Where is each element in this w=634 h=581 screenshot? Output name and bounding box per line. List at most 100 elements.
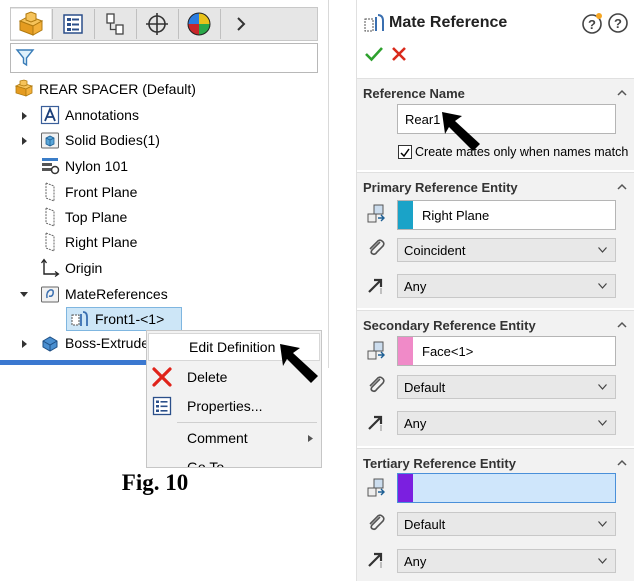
tertiary-entity-color xyxy=(398,474,413,502)
svg-text:?: ? xyxy=(614,16,622,31)
create-mates-checkbox[interactable] xyxy=(398,145,412,159)
collapse-caret-icon[interactable] xyxy=(617,182,627,192)
tab-dimxpert-manager[interactable] xyxy=(136,9,177,39)
tree-item-label: Top Plane xyxy=(65,209,128,225)
plane-icon xyxy=(40,232,60,252)
tab-configuration-manager[interactable] xyxy=(94,9,135,39)
whats-new-help-icon[interactable]: ? xyxy=(581,12,603,34)
crosshair-icon xyxy=(146,13,168,35)
annotations-icon xyxy=(40,105,60,125)
collapse-caret-icon[interactable] xyxy=(617,320,627,330)
tree-item-label: Boss-Extrude1 xyxy=(65,335,157,351)
pointer-arrow-icon xyxy=(280,344,318,383)
tree-item-front-plane[interactable]: Front Plane xyxy=(40,180,137,204)
reference-name-input[interactable]: Rear1 xyxy=(397,104,616,134)
appearance-ball-icon xyxy=(187,12,211,36)
tertiary-alignment-select[interactable]: Any xyxy=(397,549,616,573)
svg-text:?: ? xyxy=(588,17,596,32)
tree-item-annotations[interactable]: Annotations xyxy=(40,103,139,127)
alignment-arrow-icon xyxy=(363,409,389,435)
tab-feature-manager[interactable] xyxy=(11,9,51,39)
tree-item-origin[interactable]: Origin xyxy=(40,256,102,280)
tree-item-right-plane[interactable]: Right Plane xyxy=(40,230,137,254)
manager-tab-bar xyxy=(10,7,318,41)
tab-display-manager[interactable] xyxy=(178,9,219,39)
menu-item-go-to[interactable]: Go To xyxy=(147,453,321,468)
tree-item-boss-extrude[interactable]: Boss-Extrude1 xyxy=(40,331,157,355)
primary-entity-color xyxy=(398,201,413,229)
secondary-mate-type-select[interactable]: Default xyxy=(397,375,616,399)
tree-item-top-plane[interactable]: Top Plane xyxy=(40,205,127,229)
secondary-entity-box[interactable]: Face<1> xyxy=(397,336,616,366)
section-reference-name[interactable]: Reference Name xyxy=(357,78,634,107)
extrude-icon xyxy=(40,333,60,353)
plane-icon xyxy=(40,182,60,202)
cancel-x-icon[interactable] xyxy=(391,46,407,62)
menu-divider xyxy=(177,422,317,423)
tree-item-label: Front1-<1> xyxy=(95,311,165,327)
tree-item-label: Origin xyxy=(65,260,103,276)
menu-item-label: Edit Definition xyxy=(189,339,276,355)
ok-checkmark-icon[interactable] xyxy=(365,46,383,62)
tree-item-label: Front Plane xyxy=(65,184,138,200)
tree-root-part[interactable]: REAR SPACER (Default) xyxy=(14,77,196,101)
chevron-down-icon xyxy=(598,558,607,564)
tree-filter-bar[interactable] xyxy=(10,43,318,73)
mate-type-paperclip-icon xyxy=(363,510,389,536)
part-icon xyxy=(14,79,34,99)
reference-entity-icon xyxy=(363,475,389,501)
mate-references-folder-icon xyxy=(40,284,60,304)
section-secondary-reference[interactable]: Secondary Reference Entity xyxy=(357,310,634,339)
filter-icon[interactable] xyxy=(15,48,35,68)
tree-item-front1[interactable]: Front1-<1> xyxy=(70,307,164,331)
tree-item-solid-bodies[interactable]: Solid Bodies(1) xyxy=(40,128,160,152)
tab-property-manager[interactable] xyxy=(52,9,93,39)
tree-item-material[interactable]: Nylon 101 xyxy=(40,154,128,178)
alignment-arrow-icon xyxy=(363,272,389,298)
chevron-right-icon xyxy=(237,17,246,31)
primary-alignment-select[interactable]: Any xyxy=(397,274,616,298)
property-manager-title: Mate Reference xyxy=(389,14,508,31)
menu-item-comment[interactable]: Comment xyxy=(147,424,321,452)
mate-type-paperclip-icon xyxy=(363,372,389,398)
menu-item-properties[interactable]: Properties... xyxy=(147,392,321,420)
expand-arrow-icon[interactable] xyxy=(22,137,27,145)
tree-bottom-strip xyxy=(0,360,150,365)
secondary-entity-color xyxy=(398,337,413,365)
tree-item-label: MateReferences xyxy=(65,286,168,302)
configuration-manager-icon xyxy=(106,13,124,35)
primary-entity-box[interactable]: Right Plane xyxy=(397,200,616,230)
chevron-down-icon xyxy=(598,420,607,426)
collapse-caret-icon[interactable] xyxy=(617,458,627,468)
property-manager-icon xyxy=(63,14,83,34)
expand-arrow-icon[interactable] xyxy=(22,340,27,348)
expand-arrow-icon[interactable] xyxy=(22,112,27,120)
section-primary-reference[interactable]: Primary Reference Entity xyxy=(357,172,634,201)
submenu-arrow-icon xyxy=(308,435,313,442)
tertiary-mate-type-select[interactable]: Default xyxy=(397,512,616,536)
properties-icon xyxy=(151,395,173,417)
tree-item-mate-references[interactable]: MateReferences xyxy=(40,282,168,306)
delete-x-icon xyxy=(151,366,173,388)
collapse-arrow-icon[interactable] xyxy=(20,292,28,297)
mate-reference-property-manager: Mate Reference ? ? Reference Name Rear1 … xyxy=(356,0,634,581)
checkmark-icon xyxy=(400,148,410,158)
primary-mate-type-select[interactable]: Coincident xyxy=(397,238,616,262)
chevron-down-icon xyxy=(598,283,607,289)
tertiary-entity-box[interactable] xyxy=(397,473,616,503)
mate-reference-icon xyxy=(70,309,90,329)
tree-item-label: Annotations xyxy=(65,107,139,123)
origin-icon xyxy=(40,258,60,278)
plane-icon xyxy=(40,207,60,227)
tab-more[interactable] xyxy=(220,9,261,39)
help-icon[interactable]: ? xyxy=(607,12,629,34)
reference-entity-icon xyxy=(363,338,389,364)
tree-item-label: Nylon 101 xyxy=(65,158,129,174)
figure-caption: Fig. 10 xyxy=(121,470,189,495)
collapse-caret-icon[interactable] xyxy=(617,88,627,98)
secondary-alignment-select[interactable]: Any xyxy=(397,411,616,435)
pointer-arrow-icon xyxy=(442,112,480,151)
chevron-down-icon xyxy=(598,384,607,390)
feature-manager-panel: REAR SPACER (Default) Annotations Solid … xyxy=(0,0,329,368)
menu-item-label: Go To xyxy=(187,459,225,468)
